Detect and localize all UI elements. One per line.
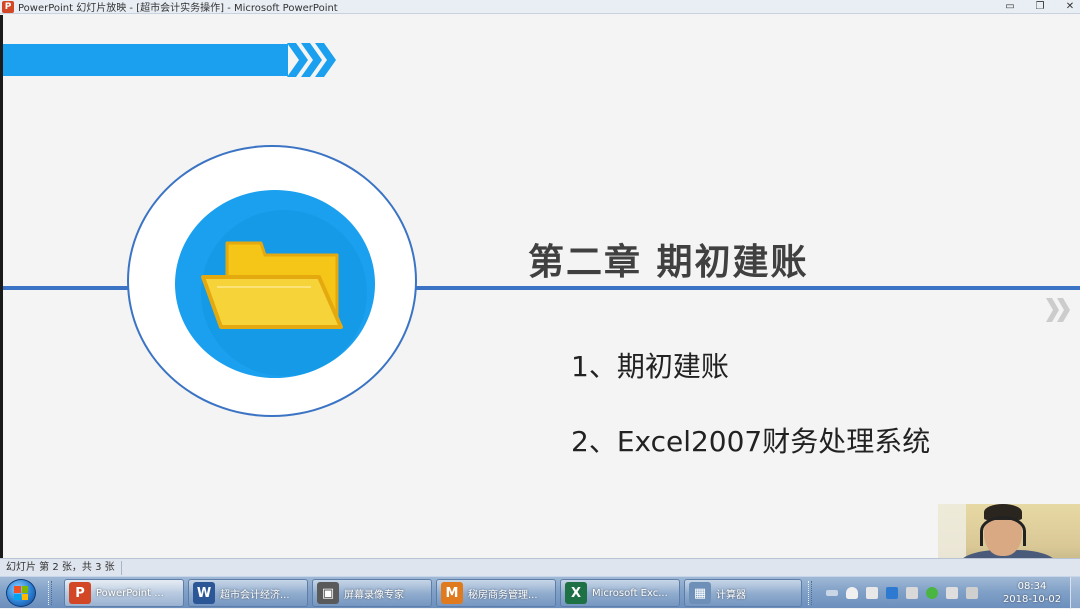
clock-date: 2018-10-02 <box>1002 594 1062 605</box>
double-chevron-right-icon <box>287 43 336 77</box>
taskbar-button-label: 超市会计经济... <box>220 589 290 601</box>
clock-time: 08:34 <box>1017 581 1047 592</box>
powerpoint-app-icon[interactable]: P <box>2 0 14 13</box>
bluetooth-icon[interactable] <box>886 587 898 599</box>
slide-counter: 幻灯片 第 2 张，共 3 张 <box>0 560 122 575</box>
headphone-icon <box>980 516 1026 546</box>
powerpoint-icon: P <box>69 582 91 604</box>
taskbar-button-label: Microsoft Exc... <box>592 587 668 599</box>
taskbar-button-label: 计算器 <box>716 589 746 601</box>
keyboard-icon[interactable] <box>826 590 838 596</box>
folder-icon <box>201 241 343 329</box>
app-tray-icon[interactable] <box>906 587 918 599</box>
taskbar-button-label: 屏幕录像专家 <box>344 589 404 601</box>
slide-canvas[interactable]: 第二章 期初建账 1、期初建账 2、Excel2007财务处理系统 <box>3 15 1080 558</box>
taskbar-button-screen-recorder[interactable]: ▣ 屏幕录像专家 <box>312 579 432 607</box>
word-icon: W <box>193 582 215 604</box>
taskbar-button-calculator[interactable]: ▦ 计算器 <box>684 579 802 607</box>
notification-bell-icon[interactable] <box>846 587 858 599</box>
double-chevron-right-icon <box>1046 298 1070 322</box>
top-accent-bar <box>3 44 288 76</box>
chapter-title: 第二章 期初建账 <box>528 242 809 283</box>
minimize-button[interactable]: ▭ <box>1004 1 1016 13</box>
start-button[interactable] <box>6 579 36 607</box>
calculator-icon: ▦ <box>689 582 711 604</box>
taskbar-button-label: PowerPoint ... <box>96 587 164 599</box>
business-manager-icon: M <box>441 582 463 604</box>
volume-icon[interactable] <box>946 587 958 599</box>
window-title: PowerPoint 幻灯片放映 - [超市会计实务操作] - Microsof… <box>18 3 338 14</box>
show-desktop-button[interactable] <box>1070 577 1080 609</box>
slide-list-item: 1、期初建账 <box>571 350 729 383</box>
taskbar-button-powerpoint[interactable]: P PowerPoint ... <box>64 579 184 607</box>
taskbar-button-excel[interactable]: X Microsoft Exc... <box>560 579 680 607</box>
window-controls: ▭ ❐ ✕ <box>1004 0 1076 14</box>
taskbar-button-word[interactable]: W 超市会计经济... <box>188 579 308 607</box>
slide-list-item: 2、Excel2007财务处理系统 <box>571 425 931 458</box>
close-button[interactable]: ✕ <box>1064 1 1076 13</box>
excel-icon: X <box>565 582 587 604</box>
taskbar-grip[interactable] <box>48 581 52 605</box>
restore-button[interactable]: ❐ <box>1034 1 1046 13</box>
screen-recorder-icon: ▣ <box>317 582 339 604</box>
system-clock[interactable]: 08:34 2018-10-02 <box>1000 580 1064 606</box>
security-center-icon[interactable] <box>866 587 878 599</box>
network-icon[interactable] <box>966 587 978 599</box>
windows-logo-icon <box>14 586 28 600</box>
window-title-bar: P PowerPoint 幻灯片放映 - [超市会计实务操作] - Micros… <box>0 0 1080 14</box>
taskbar: P PowerPoint ... W 超市会计经济... ▣ 屏幕录像专家 M … <box>0 576 1080 609</box>
taskbar-button-label: 秘房商务管理... <box>468 589 538 601</box>
taskbar-button-business-manager[interactable]: M 秘房商务管理... <box>436 579 556 607</box>
status-bar: 幻灯片 第 2 张，共 3 张 <box>0 558 1080 576</box>
antivirus-icon[interactable] <box>926 587 938 599</box>
